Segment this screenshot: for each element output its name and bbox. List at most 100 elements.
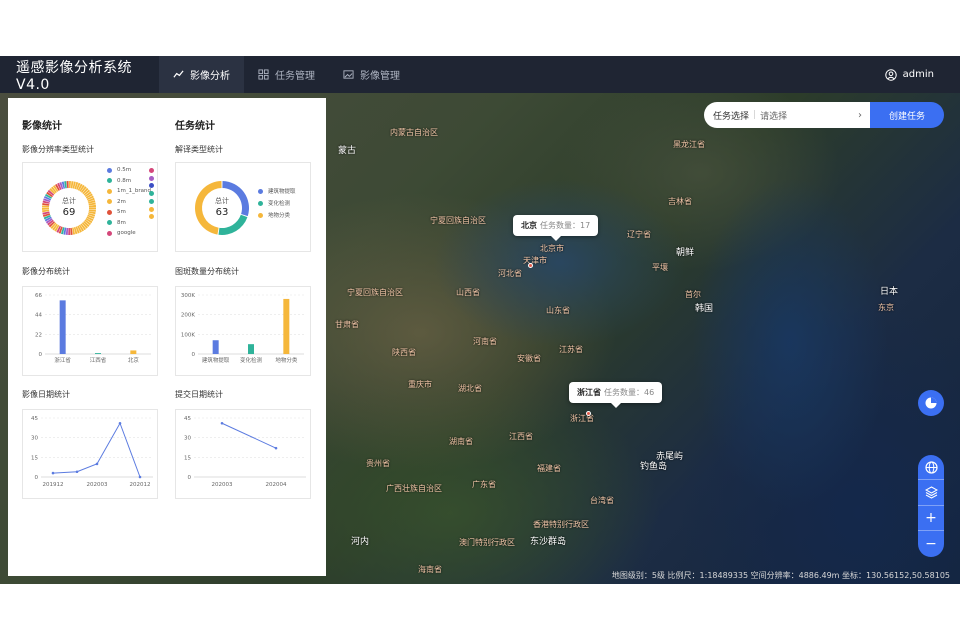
map-label: 天津市 (523, 256, 547, 265)
create-task-button[interactable]: 创建任务 (870, 102, 944, 128)
donut-total-label: 总计 (62, 197, 76, 205)
city-marker-beijing[interactable] (528, 263, 533, 268)
donut-segment[interactable] (66, 181, 69, 189)
legend-dot (107, 167, 112, 173)
legend-dot[interactable] (149, 191, 154, 196)
section-title: 影像分辨率类型统计 (22, 145, 94, 154)
legend-item[interactable]: 地物分类 (258, 209, 296, 221)
legend-item[interactable]: 5m (107, 207, 151, 218)
donut-total: 总计 69 (49, 196, 89, 218)
data-point[interactable] (220, 421, 224, 425)
donut-segment[interactable] (88, 207, 96, 210)
data-point[interactable] (75, 470, 79, 474)
app-window: 遥感影像分析系统V4.0 影像分析 任务管理 影像管理 admin 内蒙古自治区… (0, 56, 960, 584)
legend-dot[interactable] (149, 214, 154, 220)
x-tick-label: 浙江省 (54, 356, 71, 364)
line-chart-svg: 0 15 30 45 201912 202003 202012 (31, 416, 153, 488)
main-nav: 影像分析 任务管理 影像管理 (159, 56, 414, 93)
legend-item[interactable]: google (107, 228, 151, 239)
nav-task-management[interactable]: 任务管理 (244, 56, 329, 93)
image-date-chart: 0 15 30 45 201912 202003 202012 (22, 409, 158, 499)
section-title: 影像分布统计 (22, 267, 70, 276)
layers-button[interactable] (918, 481, 944, 506)
x-tick-label: 202004 (266, 482, 287, 488)
donut-segment[interactable] (42, 207, 50, 210)
chart-legend: 建筑物提取 变化检测 地物分类 (258, 185, 296, 221)
x-tick-label: 江西省 (90, 356, 107, 364)
y-tick-label: 45 (184, 416, 191, 422)
data-point[interactable] (95, 462, 99, 466)
data-point[interactable] (51, 471, 55, 475)
x-tick-label: 201912 (43, 482, 64, 488)
nav-image-management[interactable]: 影像管理 (329, 56, 414, 93)
map-label: 江苏省 (559, 345, 583, 354)
map-label: 重庆市 (408, 380, 432, 389)
map-label: 首尔 (685, 290, 701, 299)
legend-item[interactable]: 1m_1_brand (107, 186, 151, 197)
bar[interactable] (59, 300, 66, 354)
legend-dot (107, 199, 112, 205)
legend-dot (107, 178, 112, 184)
top-navbar: 遥感影像分析系统V4.0 影像分析 任务管理 影像管理 admin (0, 56, 960, 93)
y-tick-label: 44 (35, 313, 42, 319)
image-icon (343, 70, 354, 79)
legend-item[interactable]: 8m (107, 218, 151, 229)
zoom-in-button[interactable]: + (918, 506, 944, 532)
bar[interactable] (248, 344, 254, 354)
legend-dot[interactable] (149, 198, 154, 204)
bar[interactable] (95, 353, 101, 354)
y-tick-label: 0 (188, 475, 192, 481)
legend-label: 2m (117, 198, 126, 205)
legend-label: 0.5m (117, 167, 132, 174)
task-select[interactable]: 任务选择 | 请选择 › (704, 102, 870, 128)
x-tick-label: 202003 (212, 482, 233, 488)
data-point[interactable] (118, 421, 122, 425)
tooltip-text: 任务数量：46 (604, 388, 655, 397)
map-label: 河南省 (473, 337, 497, 346)
y-tick-label: 22 (35, 332, 42, 338)
y-tick-label: 300K (181, 293, 195, 299)
section-title: 图斑数量分布统计 (175, 267, 239, 276)
legend-label: 5m (117, 209, 126, 216)
nav-image-analysis[interactable]: 影像分析 (159, 56, 244, 93)
legend-item[interactable]: 0.5m (107, 165, 151, 176)
separator: | (753, 110, 757, 120)
city-marker-zhejiang[interactable] (586, 411, 591, 416)
y-tick-label: 0 (192, 352, 196, 358)
minus-icon: − (925, 536, 937, 553)
bar[interactable] (212, 340, 219, 354)
data-point[interactable] (138, 475, 142, 479)
statistics-toggle-button[interactable] (918, 390, 944, 416)
map-label: 广西壮族自治区 (386, 484, 442, 493)
bar[interactable] (130, 350, 137, 354)
basemap-button[interactable] (918, 455, 944, 481)
legend-dot (258, 200, 263, 206)
zoom-out-button[interactable]: − (918, 532, 944, 557)
legend-dot[interactable] (149, 183, 154, 189)
user-menu[interactable]: admin (884, 56, 934, 93)
nav-label: 影像分析 (190, 71, 230, 82)
legend-label: google (117, 230, 136, 237)
legend-item[interactable]: 2m (107, 197, 151, 208)
legend-item[interactable]: 0.8m (107, 176, 151, 187)
chart-legend: 0.5m 0.8m 1m_1_brand 2m 5m 8m google (107, 165, 151, 239)
legend-dot[interactable] (149, 175, 154, 181)
bar[interactable] (283, 298, 290, 354)
y-tick-label: 45 (31, 416, 38, 422)
patch-distribution-chart: 0 100K 200K 300K 建筑物提取 变化检测 地物分类 (175, 286, 311, 376)
grid-icon (258, 69, 269, 80)
legend-dot[interactable] (149, 206, 154, 212)
map-tooltip-beijing: 北京 任务数量：17 (513, 215, 599, 241)
legend-item[interactable]: 建筑物提取 (258, 185, 296, 197)
donut-segment[interactable] (68, 227, 71, 235)
donut-total-value: 69 (62, 207, 76, 218)
legend-dot[interactable] (149, 167, 154, 173)
data-point[interactable] (274, 446, 278, 450)
x-tick-label: 建筑物提取 (202, 356, 230, 364)
donut-segment[interactable] (88, 204, 96, 208)
donut-segment[interactable] (69, 181, 72, 189)
y-tick-label: 0 (39, 352, 43, 358)
map-label: 甘肃省 (335, 320, 359, 329)
legend-item[interactable]: 变化检测 (258, 197, 296, 209)
map-label: 河内 (351, 537, 370, 547)
